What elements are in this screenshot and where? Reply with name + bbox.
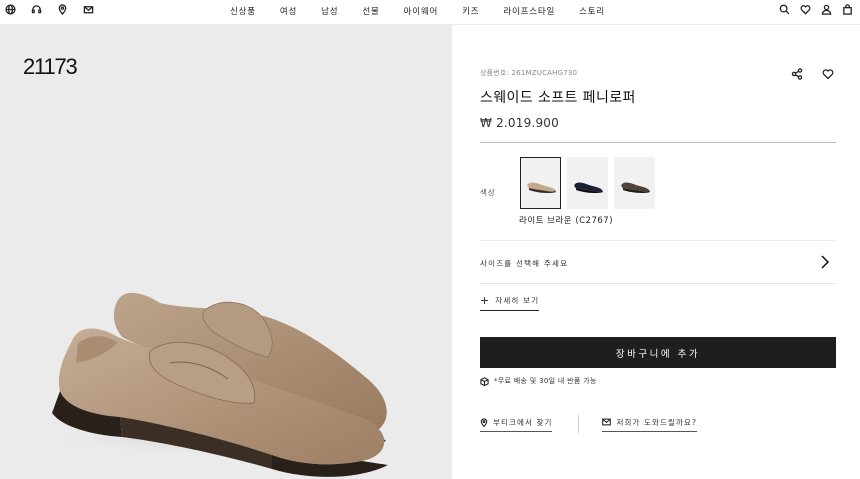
swatch-dark-brown[interactable]	[614, 157, 655, 209]
need-help-link[interactable]: 저희가 도와드릴까요?	[602, 417, 698, 432]
shipping-note: *무료 배송 및 30일 내 반품 가능	[480, 376, 597, 386]
globe-icon[interactable]	[4, 3, 17, 16]
nav-item-women[interactable]: 여성	[280, 5, 297, 17]
product-image	[40, 292, 390, 477]
product-title: 스웨이드 소프트 페니로퍼	[480, 90, 636, 106]
user-icon[interactable]	[820, 3, 833, 16]
plus-icon: +	[480, 293, 490, 307]
nav-item-men[interactable]: 남성	[321, 5, 338, 17]
divider	[480, 283, 836, 284]
nav-item-gifts[interactable]: 선물	[362, 5, 379, 17]
chevron-right-icon	[820, 254, 830, 270]
wishlist-heart-icon[interactable]	[822, 65, 836, 80]
search-icon[interactable]	[778, 3, 791, 16]
headset-icon[interactable]	[30, 3, 43, 16]
header-utility-icons	[4, 3, 95, 16]
nav-item-new[interactable]: 신상품	[230, 5, 256, 17]
bag-icon[interactable]	[841, 3, 854, 16]
mail-icon[interactable]	[82, 3, 95, 16]
nav-item-kids[interactable]: 키즈	[462, 5, 479, 17]
find-in-boutique-label: 부티크에서 찾기	[493, 417, 553, 427]
nav-item-story[interactable]: 스토리	[579, 5, 605, 17]
mail-icon	[602, 418, 612, 426]
main-navigation: 신상품 여성 남성 선물 아이웨어 키즈 라이프스타일 스토리	[230, 5, 605, 17]
gallery-overlay-number: 21173	[23, 54, 78, 79]
divider	[578, 415, 580, 433]
size-selector-label: 사이즈를 선택해 주세요	[480, 259, 569, 268]
find-in-boutique-link[interactable]: 부티크에서 찾기	[480, 417, 553, 432]
product-price: ₩ 2.019.900	[480, 116, 559, 130]
need-help-label: 저희가 도와드릴까요?	[616, 417, 698, 427]
shoe-thumbnail-icon	[527, 182, 556, 194]
shipping-note-text: *무료 배송 및 30일 내 반품 가능	[494, 377, 597, 385]
divider	[480, 142, 836, 143]
location-pin-icon	[480, 417, 488, 427]
location-pin-icon[interactable]	[56, 3, 69, 16]
heart-icon[interactable]	[799, 3, 812, 16]
nav-item-lifestyle[interactable]: 라이프스타일	[503, 5, 555, 17]
swatch-navy[interactable]	[567, 157, 608, 209]
package-icon	[480, 376, 489, 386]
product-sku: 상품번호: 261MZUCAHG730	[480, 69, 578, 77]
view-details-label: 자세히 보기	[495, 296, 540, 305]
size-selector[interactable]: 사이즈를 선택해 주세요	[480, 241, 836, 283]
shoe-thumbnail-icon	[574, 182, 603, 194]
share-icon[interactable]	[791, 65, 805, 80]
product-info-panel: 상품번호: 261MZUCAHG730 스웨이드 소프트 페니로퍼 ₩ 2.01…	[452, 25, 860, 479]
swatch-light-brown[interactable]	[520, 157, 561, 209]
selected-color-name: 라이트 브라운 (C2767)	[519, 216, 614, 226]
shoe-thumbnail-icon	[621, 182, 650, 194]
product-image-gallery[interactable]: 21173	[0, 25, 452, 479]
view-details-link[interactable]: + 자세히 보기	[480, 293, 540, 311]
add-to-bag-button[interactable]: 장바구니에 추가	[480, 337, 836, 368]
nav-item-eyewear[interactable]: 아이웨어	[404, 5, 438, 17]
help-links: 부티크에서 찾기 저희가 도와드릴까요?	[480, 415, 698, 433]
color-label: 색상	[480, 188, 496, 197]
header-account-icons	[778, 3, 854, 16]
color-swatches	[520, 157, 655, 209]
top-header: 신상품 여성 남성 선물 아이웨어 키즈 라이프스타일 스토리	[0, 0, 860, 25]
